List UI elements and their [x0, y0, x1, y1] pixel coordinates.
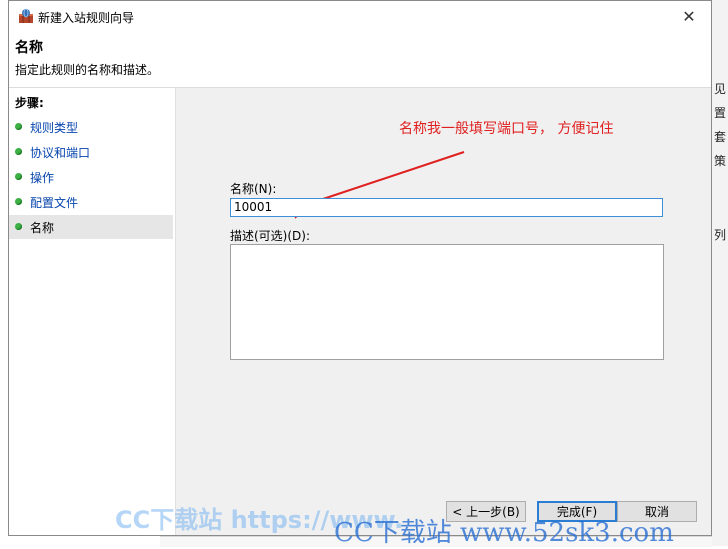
page-title: 名称 — [15, 40, 43, 56]
background-text: 套 — [714, 130, 727, 144]
background-text: 见 — [714, 82, 727, 96]
status-dot-icon — [15, 173, 22, 180]
description-label: 描述(可选)(D): — [230, 229, 311, 243]
step-label: 协议和端口 — [30, 146, 91, 160]
background-window-edge: 见 置 套 策 列 — [712, 0, 728, 546]
step-protocol-port[interactable]: 协议和端口 — [9, 140, 173, 164]
status-dot-icon — [15, 223, 22, 230]
status-dot-icon — [15, 148, 22, 155]
firewall-icon — [19, 8, 33, 23]
wizard-header: 名称 指定此规则的名称和描述。 — [9, 31, 711, 88]
content-panel: 名称我一般填写端口号， 方便记住 名称(N): 10001 描述(可选)(D):… — [176, 88, 711, 535]
close-button[interactable]: ✕ — [667, 1, 711, 31]
step-label: 操作 — [30, 171, 55, 185]
step-profile[interactable]: 配置文件 — [9, 190, 173, 214]
step-name[interactable]: 名称 — [9, 215, 173, 239]
steps-title: 步骤: — [15, 96, 44, 110]
description-textarea[interactable] — [230, 244, 664, 360]
step-label: 规则类型 — [30, 121, 79, 135]
window-title: 新建入站规则向导 — [38, 11, 135, 25]
name-label: 名称(N): — [230, 182, 277, 196]
step-label: 名称 — [30, 221, 55, 235]
status-dot-icon — [15, 123, 22, 130]
step-label: 配置文件 — [30, 196, 79, 210]
name-input[interactable]: 10001 — [230, 198, 663, 217]
steps-panel: 步骤: 规则类型 协议和端口 操作 配置文件 名称 — [9, 88, 176, 535]
background-text: 置 — [714, 106, 727, 120]
new-inbound-rule-wizard: 新建入站规则向导 ✕ 名称 指定此规则的名称和描述。 步骤: 规则类型 协议和端… — [8, 0, 712, 536]
step-action[interactable]: 操作 — [9, 165, 173, 189]
background-text: 策 — [714, 154, 727, 168]
page-subtitle: 指定此规则的名称和描述。 — [15, 63, 160, 77]
background-text: 列 — [714, 228, 727, 242]
watermark-right: CC下载站 www.52sk3.com — [334, 518, 674, 548]
title-bar: 新建入站规则向导 ✕ — [9, 1, 711, 31]
step-rule-type[interactable]: 规则类型 — [9, 115, 173, 139]
status-dot-icon — [15, 198, 22, 205]
